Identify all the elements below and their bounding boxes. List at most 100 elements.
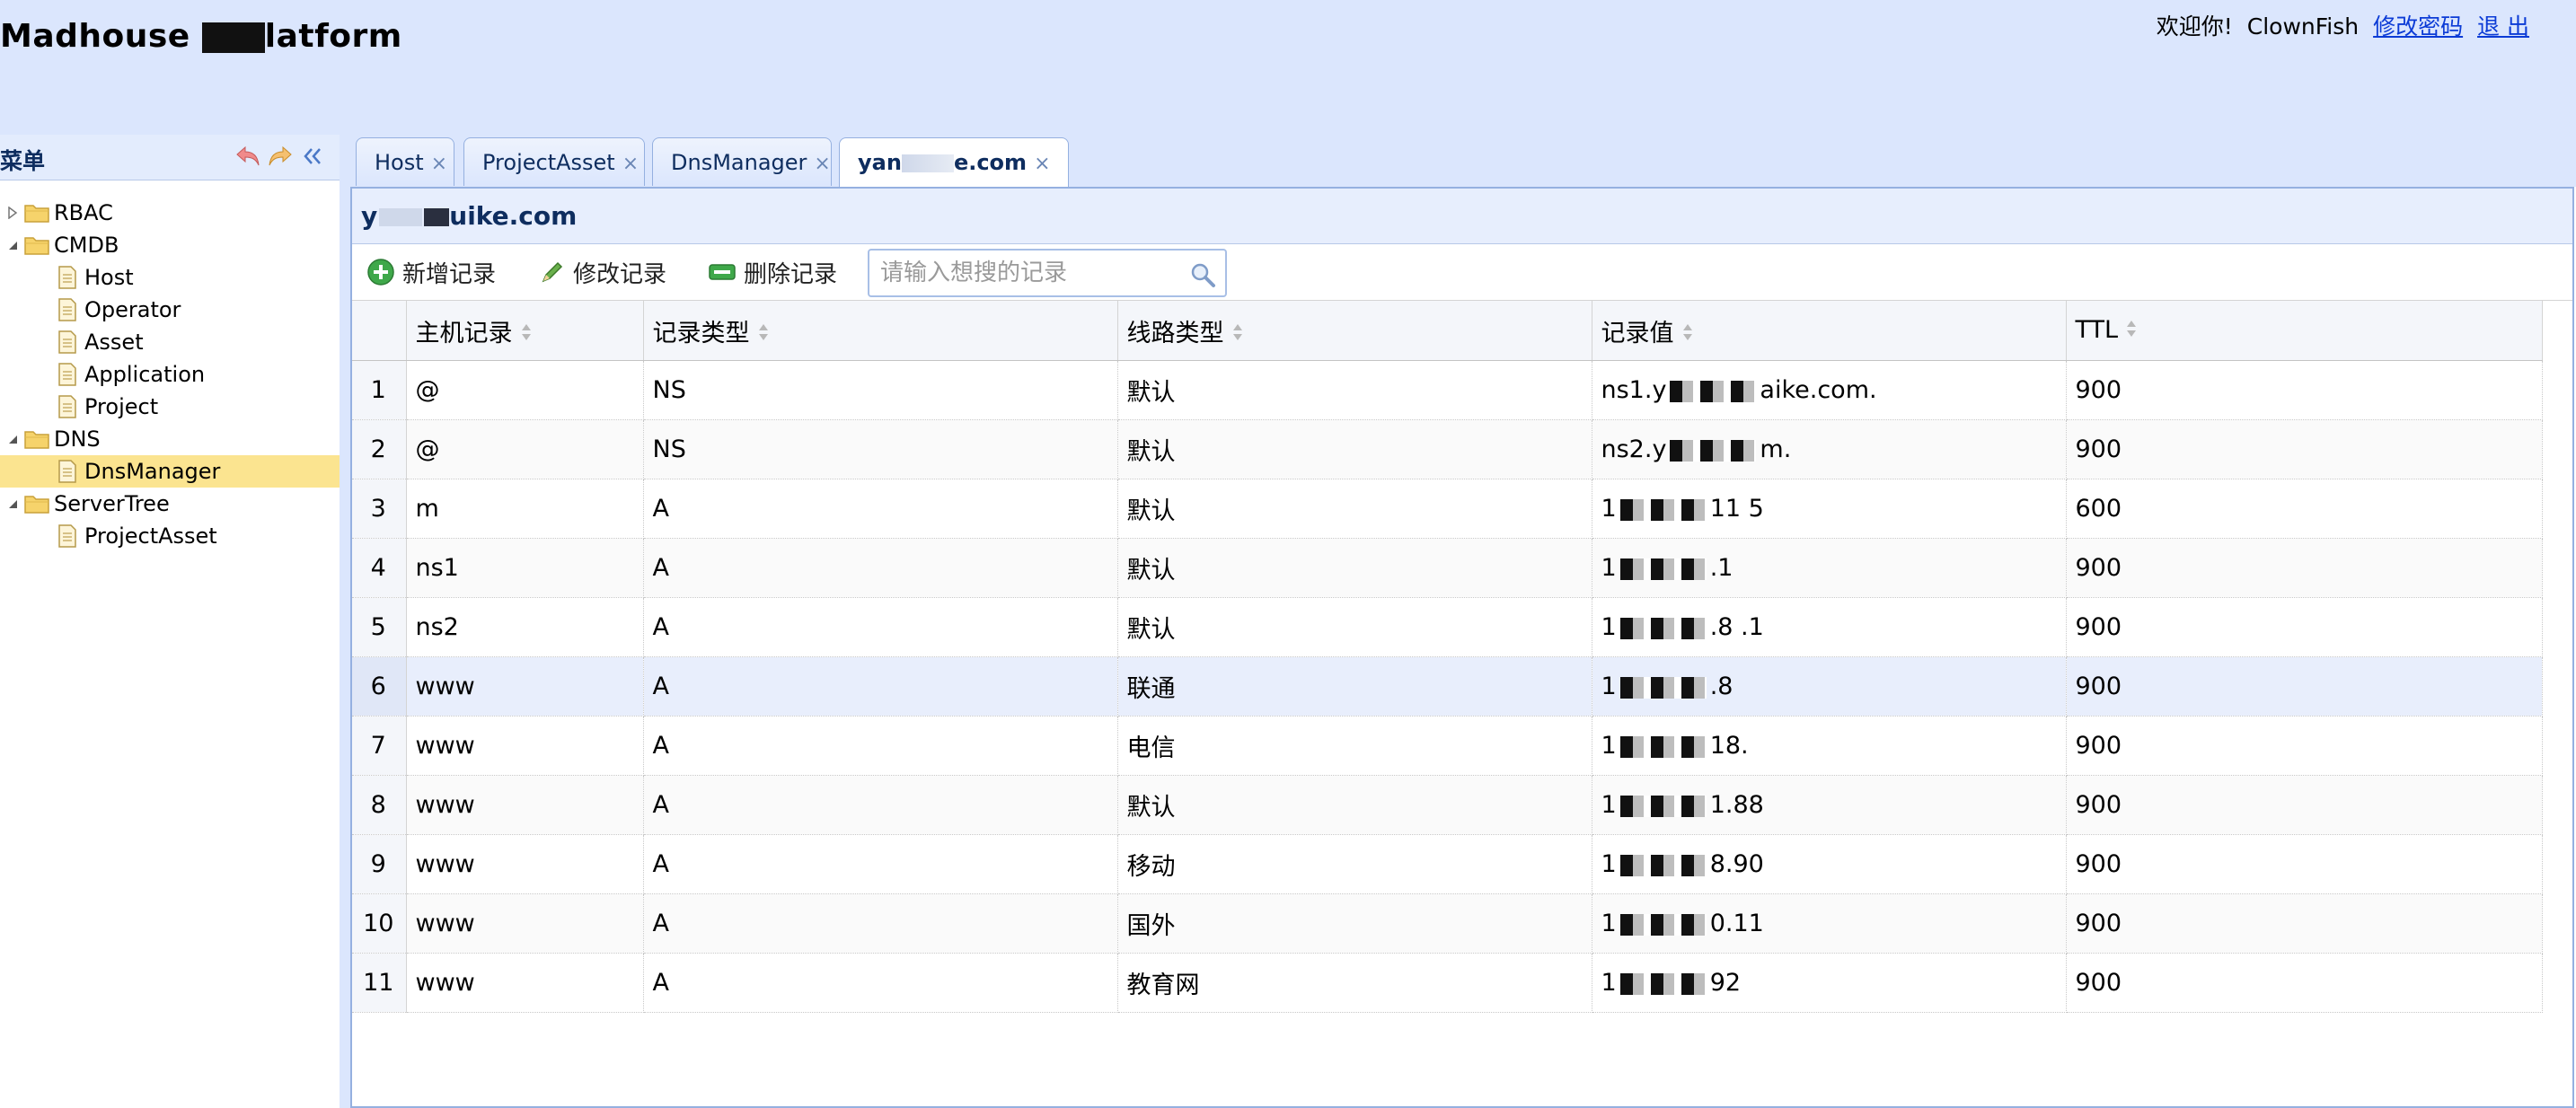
sort-icon[interactable]	[520, 321, 533, 348]
undo-icon[interactable]	[234, 142, 262, 171]
sort-icon[interactable]	[2125, 317, 2138, 345]
tab-domain-active[interactable]: yan e.com ×	[839, 137, 1069, 188]
tree-item-rbac[interactable]: RBAC	[0, 197, 340, 229]
column-label: 记录类型	[652, 319, 750, 347]
cell-ttl: 900	[2066, 656, 2543, 717]
cell-type: A	[643, 656, 1118, 717]
collapsed-toggle-icon[interactable]	[4, 207, 22, 219]
table-row[interactable]: 6 www A 联通 1.8 900	[352, 656, 2543, 717]
add-record-button[interactable]: 新增记录	[366, 255, 496, 289]
table-row[interactable]: 1 @ NS 默认 ns1.y aike.com. 900	[352, 360, 2543, 420]
cell-value: 1 8.90	[1592, 834, 2067, 894]
tree-item-projectasset[interactable]: ProjectAsset	[0, 520, 340, 552]
collapse-panel-icon[interactable]	[298, 142, 327, 171]
delete-record-button[interactable]: 删除记录	[708, 255, 837, 289]
column-label: 记录值	[1601, 319, 1674, 347]
cell-value: 1 92	[1592, 953, 2067, 1013]
tree-item-dnsmanager[interactable]: DnsManager	[0, 455, 340, 488]
expanded-toggle-icon[interactable]	[4, 433, 22, 445]
redo-icon[interactable]	[266, 142, 295, 171]
sort-icon[interactable]	[757, 321, 770, 348]
cell-line: 国外	[1117, 893, 1592, 954]
username: ClownFish	[2246, 13, 2360, 40]
tree-item-label: CMDB	[54, 233, 119, 258]
cell-ttl: 900	[2066, 538, 2543, 598]
column-header-type[interactable]: 记录类型	[643, 301, 1118, 361]
sort-icon[interactable]	[1681, 321, 1694, 348]
table-row[interactable]: 7 www A 电信 1 18. 900	[352, 716, 2543, 776]
tree-item-cmdb[interactable]: CMDB	[0, 229, 340, 261]
sort-icon[interactable]	[1231, 321, 1244, 348]
cell-line: 默认	[1117, 360, 1592, 420]
cell-value-text: ns2.y	[1601, 435, 1667, 463]
table-row[interactable]: 9 www A 移动 1 8.90 900	[352, 834, 2543, 894]
cell-type-text: A	[652, 673, 669, 700]
tree-item-host[interactable]: Host	[0, 261, 340, 294]
cell-host: m	[406, 479, 644, 539]
table-row[interactable]: 11 www A 教育网 1 92 900	[352, 953, 2543, 1013]
cell-host-text: www	[415, 969, 475, 997]
row-number: 2	[352, 419, 407, 479]
expanded-toggle-icon[interactable]	[4, 497, 22, 510]
tree-item-dns[interactable]: DNS	[0, 423, 340, 455]
tree-item-servertree[interactable]: ServerTree	[0, 488, 340, 520]
folder-open-icon	[22, 427, 52, 451]
close-icon[interactable]: ×	[622, 153, 639, 175]
change-password-link[interactable]: 修改密码	[2373, 13, 2463, 40]
tab-dnsmanager[interactable]: DnsManager ×	[652, 137, 832, 186]
row-number-text: 11	[363, 969, 394, 997]
close-icon[interactable]: ×	[1034, 153, 1050, 175]
close-icon[interactable]: ×	[814, 153, 830, 175]
tree-item-asset[interactable]: Asset	[0, 326, 340, 358]
delete-record-label: 删除记录	[744, 260, 838, 288]
column-header-line[interactable]: 线路类型	[1117, 301, 1592, 361]
cell-host: www	[406, 775, 644, 835]
row-number-text: 6	[370, 673, 386, 700]
cell-host: ns2	[406, 597, 644, 657]
table-row[interactable]: 3 m A 默认 1 11 5 600	[352, 479, 2543, 539]
minus-icon	[708, 261, 737, 283]
column-header-host[interactable]: 主机记录	[406, 301, 644, 361]
tab-host[interactable]: Host ×	[356, 137, 454, 186]
column-header-value[interactable]: 记录值	[1592, 301, 2067, 361]
tab-label: e.com	[953, 150, 1028, 175]
tab-projectasset[interactable]: ProjectAsset ×	[463, 137, 645, 186]
app-title-start: Madhouse	[0, 18, 202, 55]
edit-record-label: 修改记录	[573, 260, 667, 288]
record-search-input[interactable]	[878, 259, 1178, 287]
welcome-text: 欢迎你!	[2156, 13, 2233, 40]
cell-host-text: www	[415, 673, 475, 700]
table-row[interactable]: 5 ns2 A 默认 1 .8 .1 900	[352, 597, 2543, 657]
tree-item-application[interactable]: Application	[0, 358, 340, 391]
tree-item-operator[interactable]: Operator	[0, 294, 340, 326]
search-icon[interactable]	[1189, 261, 1216, 292]
cell-host: ns1	[406, 538, 644, 598]
row-number: 1	[352, 360, 407, 420]
domain-title: y uike.com	[352, 189, 2572, 244]
expanded-toggle-icon[interactable]	[4, 239, 22, 251]
logout-link[interactable]: 退 出	[2477, 13, 2529, 40]
cell-value-text: 1	[1601, 850, 1617, 878]
tree-item-project[interactable]: Project	[0, 391, 340, 423]
redaction-block	[1670, 380, 1757, 402]
table-row[interactable]: 4 ns1 A 默认 1.1 900	[352, 538, 2543, 598]
cell-type-text: A	[652, 732, 669, 760]
cell-ttl-text: 900	[2075, 554, 2122, 582]
redaction-block	[1619, 972, 1707, 995]
tab-label: Host	[375, 150, 424, 175]
cell-ttl: 900	[2066, 834, 2543, 894]
row-number: 11	[352, 953, 407, 1013]
table-row[interactable]: 2 @ NS 默认 ns2.y m. 900	[352, 419, 2543, 479]
cell-type-text: A	[652, 850, 669, 878]
table-row[interactable]: 10 www A 国外 1 0.11 900	[352, 893, 2543, 954]
row-number: 5	[352, 597, 407, 657]
folder-open-icon	[22, 233, 52, 257]
edit-record-button[interactable]: 修改记录	[539, 255, 666, 289]
table-row[interactable]: 8 www A 默认 1 1.88 900	[352, 775, 2543, 835]
user-area: 欢迎你! ClownFish 修改密码 退 出	[2157, 9, 2529, 41]
row-number-text: 5	[370, 613, 386, 641]
cell-type-text: A	[652, 969, 669, 997]
column-header-ttl[interactable]: TTL	[2066, 301, 2543, 361]
cell-type: A	[643, 597, 1118, 657]
close-icon[interactable]: ×	[431, 153, 447, 175]
